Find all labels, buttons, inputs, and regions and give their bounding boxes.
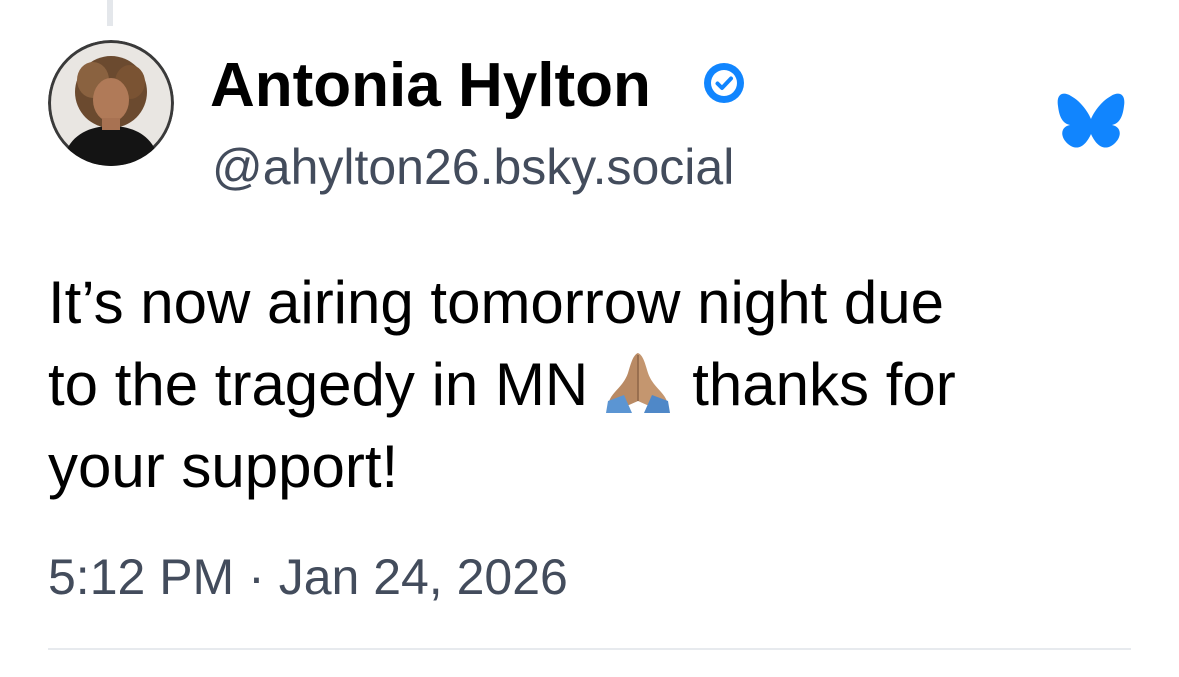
timestamp-time: 5:12 PM	[48, 549, 235, 605]
thread-connector-line	[107, 0, 113, 26]
author-handle[interactable]: @ahylton26.bsky.social	[212, 137, 734, 197]
avatar[interactable]	[48, 40, 174, 166]
post-line-1: It’s now airing tomorrow night due	[48, 269, 945, 336]
post-line-3: your support!	[48, 433, 399, 500]
folded-hands-emoji	[606, 353, 671, 413]
post-timestamp[interactable]: 5:12 PM · Jan 24, 2026	[48, 545, 568, 609]
post-line-2-text: to the tragedy in MN	[48, 351, 589, 418]
avatar-image	[48, 40, 174, 166]
author-name[interactable]: Antonia Hylton	[210, 50, 651, 122]
bluesky-butterfly-icon[interactable]	[1056, 92, 1126, 156]
timestamp-separator: ·	[248, 549, 265, 605]
verified-check-icon	[704, 63, 744, 103]
post-line-2-continued: thanks for	[692, 351, 956, 418]
post-line-2: to the tragedy in MN thanks for	[48, 344, 1148, 426]
timestamp-date: Jan 24, 2026	[278, 549, 568, 605]
post-divider	[48, 648, 1131, 650]
post-body: It’s now airing tomorrow night due to th…	[48, 262, 1148, 508]
post-card: Antonia Hylton @ahylton26.bsky.social It…	[0, 0, 1179, 677]
